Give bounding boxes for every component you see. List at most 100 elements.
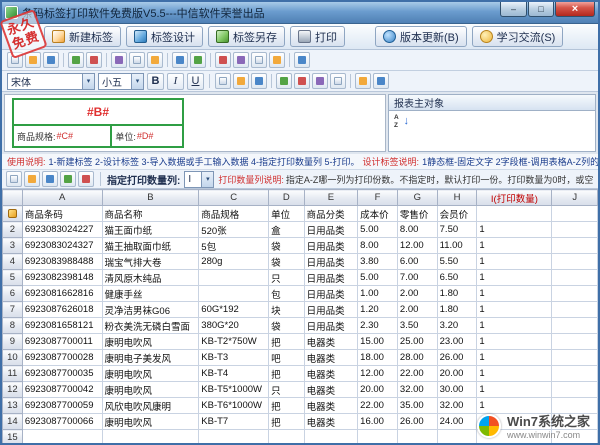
- cell[interactable]: 25.00: [397, 334, 437, 350]
- cell[interactable]: [552, 222, 598, 238]
- cell[interactable]: [199, 270, 269, 286]
- cell[interactable]: 1.80: [437, 302, 477, 318]
- row-header-3[interactable]: 3: [3, 238, 23, 254]
- print-qty-column-select[interactable]: I: [184, 171, 214, 188]
- corner-cell[interactable]: [3, 190, 23, 206]
- cell[interactable]: 3.80: [358, 254, 398, 270]
- cell[interactable]: 6923087700028: [22, 350, 102, 366]
- chevron-down-icon[interactable]: [131, 74, 143, 89]
- save-label-as-button[interactable]: 标签另存: [208, 26, 285, 47]
- cell[interactable]: KB-T2*750W: [199, 334, 269, 350]
- cell[interactable]: 日用品类: [304, 286, 358, 302]
- cell[interactable]: [552, 366, 598, 382]
- col-header-F[interactable]: F: [358, 190, 398, 206]
- learn-exchange-button[interactable]: 学习交流(S): [472, 26, 564, 47]
- cell[interactable]: 电器类: [304, 350, 358, 366]
- zoom-out-icon[interactable]: [373, 73, 389, 89]
- cell[interactable]: 24.00: [437, 414, 477, 430]
- cell[interactable]: 6923087700035: [22, 366, 102, 382]
- cell[interactable]: [552, 382, 598, 398]
- col-header-H[interactable]: H: [437, 190, 477, 206]
- cell[interactable]: 电器类: [304, 366, 358, 382]
- close-button[interactable]: [555, 2, 595, 17]
- sort-desc-icon[interactable]: [269, 52, 285, 68]
- cell[interactable]: 1.80: [437, 286, 477, 302]
- cell[interactable]: 26.00: [437, 350, 477, 366]
- cell[interactable]: 1.20: [358, 302, 398, 318]
- cell[interactable]: [199, 286, 269, 302]
- cell[interactable]: [552, 318, 598, 334]
- titlebar[interactable]: 条码标签打印软件免费版V5.5---中信软件荣誉出品: [2, 2, 598, 24]
- row-header-9[interactable]: 9: [3, 334, 23, 350]
- cell[interactable]: 日用品类: [304, 238, 358, 254]
- cell[interactable]: [552, 302, 598, 318]
- redo-icon[interactable]: [190, 52, 206, 68]
- cell[interactable]: 1: [477, 270, 552, 286]
- cell[interactable]: 清风原木纯品: [102, 270, 199, 286]
- col-header-J[interactable]: J: [552, 190, 598, 206]
- cell[interactable]: 12.00: [358, 366, 398, 382]
- sort-asc-icon[interactable]: [251, 52, 267, 68]
- delete-red-icon[interactable]: [60, 171, 76, 187]
- col-header-A[interactable]: A: [22, 190, 102, 206]
- cell[interactable]: 1: [477, 382, 552, 398]
- cell[interactable]: 袋: [269, 254, 305, 270]
- table-grid-icon[interactable]: [24, 171, 40, 187]
- cell[interactable]: 猫王抽取面巾纸: [102, 238, 199, 254]
- cell[interactable]: [552, 254, 598, 270]
- font-family-select[interactable]: 宋体: [7, 73, 95, 90]
- cell[interactable]: 60G*192: [199, 302, 269, 318]
- cell[interactable]: 健康手丝: [102, 286, 199, 302]
- design-label-button[interactable]: 标签设计: [126, 26, 203, 47]
- cell[interactable]: 单位: [269, 206, 305, 222]
- cell[interactable]: 26.00: [397, 414, 437, 430]
- bold-button[interactable]: B: [147, 73, 164, 90]
- print-preview-icon[interactable]: [86, 52, 102, 68]
- cell[interactable]: 日用品类: [304, 318, 358, 334]
- cell[interactable]: 6923087700066: [22, 414, 102, 430]
- cell[interactable]: 22.00: [358, 398, 398, 414]
- cell[interactable]: 6923083024227: [22, 222, 102, 238]
- version-update-button[interactable]: 版本更新(B): [375, 26, 467, 47]
- cell[interactable]: 6923081658121: [22, 318, 102, 334]
- cell[interactable]: 电器类: [304, 382, 358, 398]
- cell[interactable]: 1: [477, 366, 552, 382]
- cell[interactable]: 康明电子美发风: [102, 350, 199, 366]
- cell[interactable]: 6923087626018: [22, 302, 102, 318]
- sort-az-icon[interactable]: [393, 114, 409, 130]
- cell[interactable]: 7.00: [397, 270, 437, 286]
- row-header-12[interactable]: 12: [3, 382, 23, 398]
- col-header-C[interactable]: C: [199, 190, 269, 206]
- cell[interactable]: 35.00: [397, 398, 437, 414]
- cell[interactable]: [552, 350, 598, 366]
- cell[interactable]: 6923081662816: [22, 286, 102, 302]
- row-header-13[interactable]: 13: [3, 398, 23, 414]
- cell[interactable]: KB-T3: [199, 350, 269, 366]
- cell[interactable]: 块: [269, 302, 305, 318]
- cell[interactable]: 1: [477, 238, 552, 254]
- cell[interactable]: 20.00: [358, 382, 398, 398]
- cell[interactable]: 电器类: [304, 414, 358, 430]
- cell[interactable]: KB-T6*1000W: [199, 398, 269, 414]
- cell[interactable]: 盒: [269, 222, 305, 238]
- cell[interactable]: [552, 206, 598, 222]
- cell[interactable]: 8.00: [397, 222, 437, 238]
- cell[interactable]: 只: [269, 382, 305, 398]
- label-design[interactable]: #B# 商品规格: #C# 单位: #D#: [12, 98, 184, 148]
- cell[interactable]: [477, 206, 552, 222]
- save-icon[interactable]: [43, 52, 59, 68]
- chevron-down-icon[interactable]: [82, 74, 94, 89]
- cell[interactable]: 5包: [199, 238, 269, 254]
- cell[interactable]: 1.00: [358, 286, 398, 302]
- font-icon[interactable]: [42, 171, 58, 187]
- col-header-E[interactable]: E: [304, 190, 358, 206]
- cell[interactable]: 商品条码: [22, 206, 102, 222]
- row-header-6[interactable]: 6: [3, 286, 23, 302]
- cell[interactable]: 成本价: [358, 206, 398, 222]
- row-header-4[interactable]: 4: [3, 254, 23, 270]
- cell[interactable]: 瑞宝气排大卷: [102, 254, 199, 270]
- cell[interactable]: 风欣电吹风康明: [102, 398, 199, 414]
- delete-row-icon[interactable]: [233, 52, 249, 68]
- cell[interactable]: [437, 430, 477, 444]
- cell[interactable]: 1: [477, 350, 552, 366]
